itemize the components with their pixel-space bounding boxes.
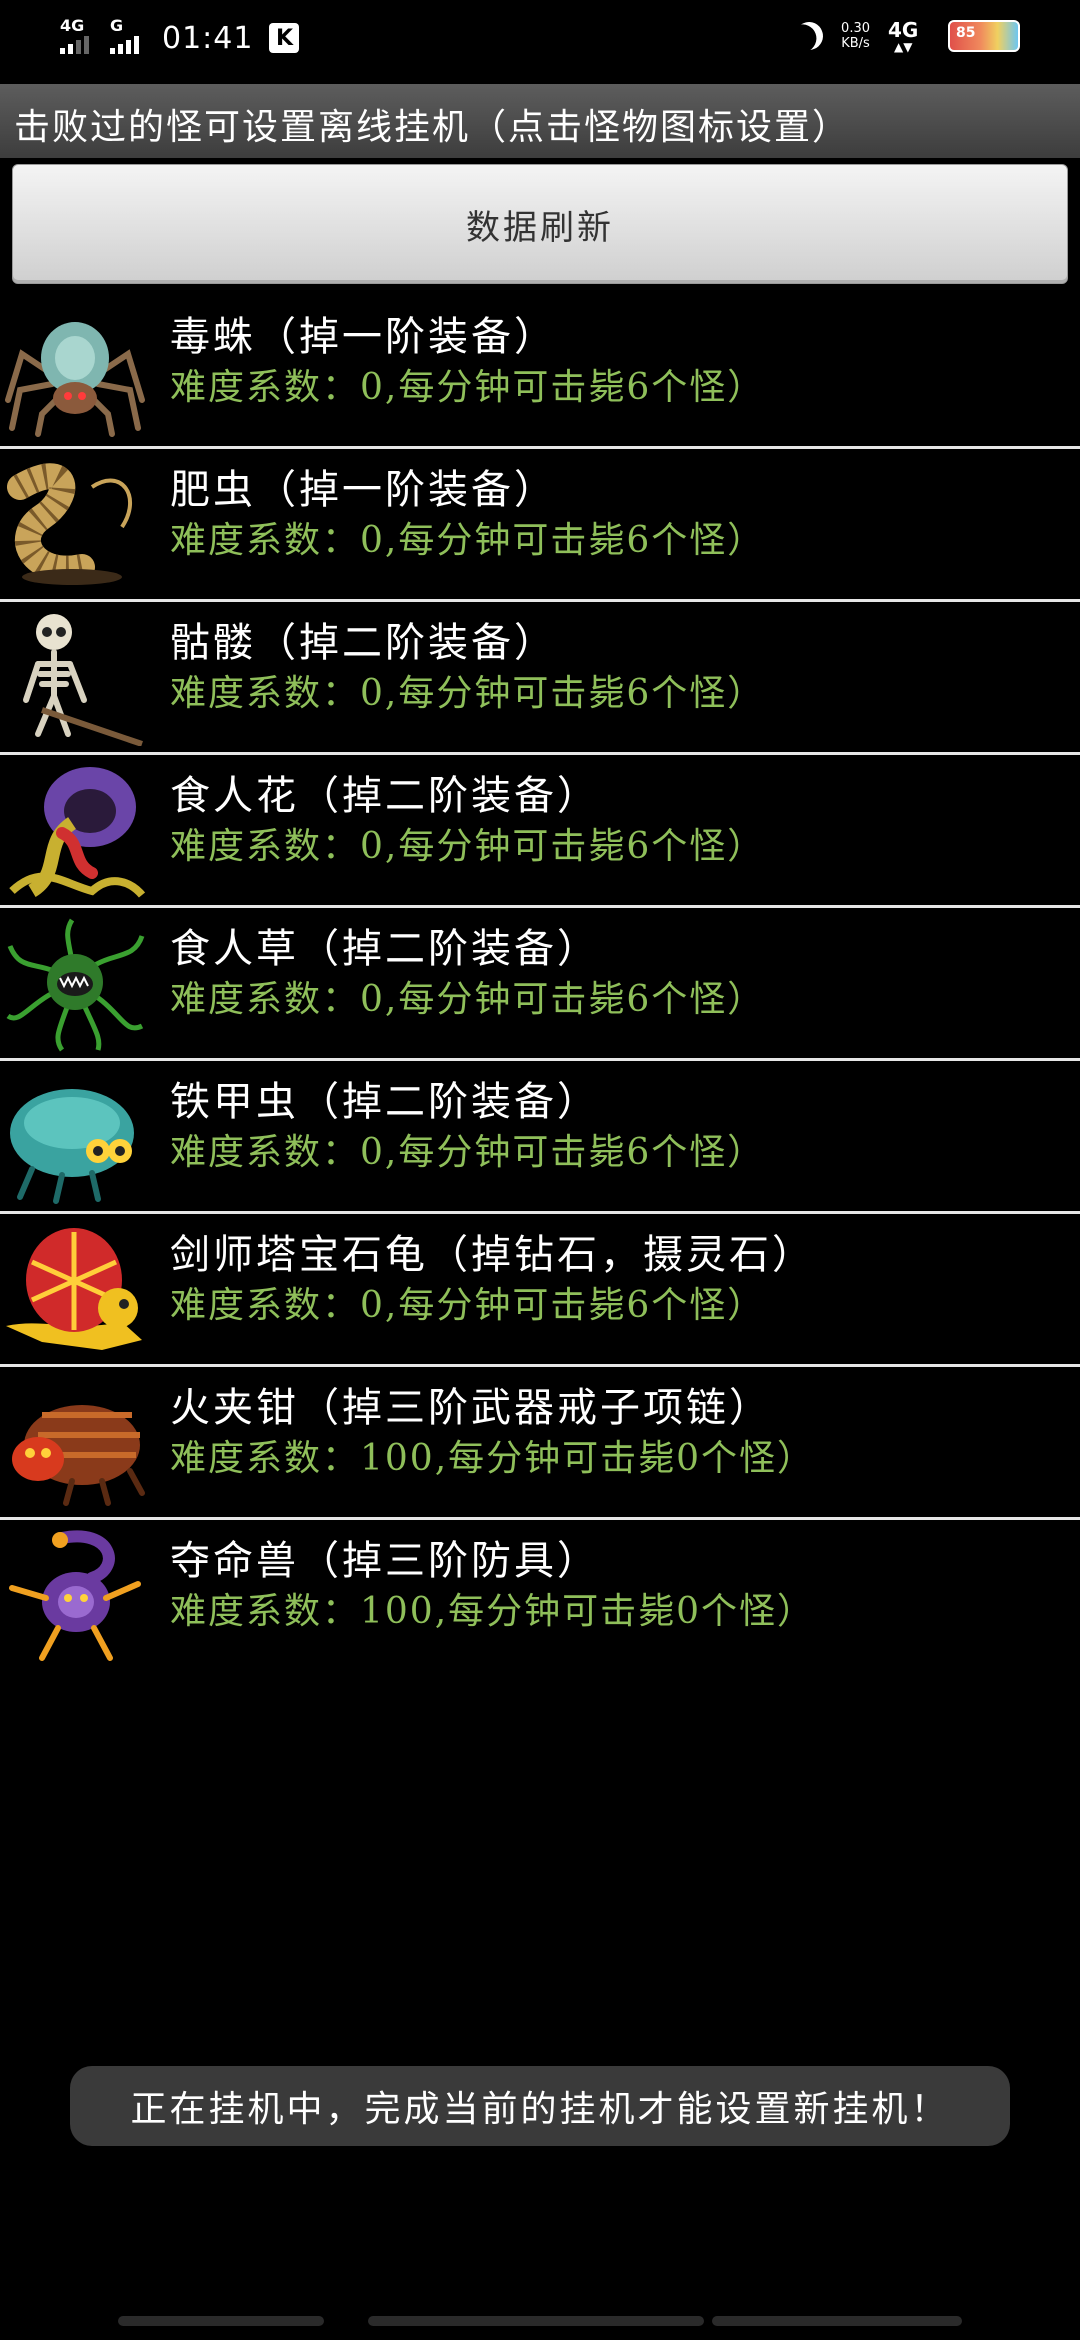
monster-difficulty: 难度系数：0,每分钟可击毙6个怪） [170,673,766,714]
status-bar: 4G G 01:41 K 0.30 KB/s 4G ▲▼ 85 [0,0,1080,84]
armored-beetle-icon[interactable] [2,1069,148,1205]
monster-difficulty: 难度系数：0,每分钟可击毙6个怪） [170,367,766,408]
monster-name: 剑师塔宝石龟（掉钻石，摄灵石） [170,1232,815,1278]
network-speed: 0.30 KB/s [841,21,870,51]
page-header: 击败过的怪可设置离线挂机（点击怪物图标设置） [0,84,1080,158]
speed-unit: KB/s [841,36,870,51]
battery-icon: 85 [948,20,1020,52]
monster-name: 食人草（掉二阶装备） [170,926,600,972]
man-eating-flower-icon[interactable] [2,763,148,899]
monster-difficulty: 难度系数：0,每分钟可击毙6个怪） [170,1285,766,1326]
sim1-signal-icon: 4G [56,16,96,58]
network-type: 4G [888,18,919,42]
monster-name: 骷髅（掉二阶装备） [170,620,557,666]
status-left: 4G G 01:41 K [56,16,300,58]
list-item[interactable]: 毒蛛（掉一阶装备） 难度系数：0,每分钟可击毙6个怪） [0,296,1080,449]
battery-level: 85 [956,25,976,41]
toast-message: 正在挂机中，完成当前的挂机才能设置新挂机！ [70,2066,1010,2146]
nav-gesture-bar-right [712,2316,962,2326]
mobile-data-icon: 4G ▲▼ [888,18,919,54]
monster-difficulty: 难度系数：0,每分钟可击毙6个怪） [170,1132,766,1173]
monster-name: 肥虫（掉一阶装备） [170,467,557,513]
clock: 01:41 [162,20,254,56]
gem-turtle-icon[interactable] [2,1222,148,1358]
skeleton-icon[interactable] [2,610,148,747]
status-right: 0.30 KB/s 4G ▲▼ 85 [795,16,1020,56]
refresh-data-button[interactable]: 数据刷新 [12,164,1068,284]
list-item[interactable]: 骷髅（掉二阶装备） 难度系数：0,每分钟可击毙6个怪） [0,602,1080,755]
app-notification-icon: K [269,23,300,53]
nav-gesture-bar-left [118,2316,324,2326]
list-item[interactable]: 食人花（掉二阶装备） 难度系数：0,每分钟可击毙6个怪） [0,755,1080,908]
worm-icon[interactable] [2,457,148,593]
scorpion-beast-icon[interactable] [2,1528,148,1664]
monster-difficulty: 难度系数：100,每分钟可击毙0个怪） [170,1591,816,1632]
sim2-label: G [110,16,124,35]
toast-text: 正在挂机中，完成当前的挂机才能设置新挂机！ [130,2089,950,2130]
monster-difficulty: 难度系数：0,每分钟可击毙6个怪） [170,826,766,867]
monster-difficulty: 难度系数：0,每分钟可击毙6个怪） [170,520,766,561]
monster-list: 毒蛛（掉一阶装备） 难度系数：0,每分钟可击毙6个怪） 肥虫（掉一阶装备） 难度… [0,296,1080,1670]
monster-name: 毒蛛（掉一阶装备） [170,314,557,360]
list-item[interactable]: 食人草（掉二阶装备） 难度系数：0,每分钟可击毙6个怪） [0,908,1080,1061]
man-eating-grass-icon[interactable] [2,916,148,1052]
page-title: 击败过的怪可设置离线挂机（点击怪物图标设置） [14,107,851,148]
refresh-data-label: 数据刷新 [466,207,614,248]
list-item[interactable]: 剑师塔宝石龟（掉钻石，摄灵石） 难度系数：0,每分钟可击毙6个怪） [0,1214,1080,1367]
monster-name: 铁甲虫（掉二阶装备） [170,1079,600,1125]
do-not-disturb-moon-icon [791,18,827,54]
monster-name: 火夹钳（掉三阶武器戒子项链） [170,1385,772,1431]
monster-difficulty: 难度系数：100,每分钟可击毙0个怪） [170,1438,816,1479]
list-item[interactable]: 火夹钳（掉三阶武器戒子项链） 难度系数：100,每分钟可击毙0个怪） [0,1367,1080,1520]
list-item[interactable]: 铁甲虫（掉二阶装备） 难度系数：0,每分钟可击毙6个怪） [0,1061,1080,1214]
fire-crab-icon[interactable] [2,1375,148,1511]
sim2-signal-icon: G [106,16,146,58]
spider-icon[interactable] [2,304,148,440]
speed-value: 0.30 [841,21,870,36]
monster-difficulty: 难度系数：0,每分钟可击毙6个怪） [170,979,766,1020]
nav-gesture-bar-center [368,2316,704,2326]
list-item[interactable]: 夺命兽（掉三阶防具） 难度系数：100,每分钟可击毙0个怪） [0,1520,1080,1670]
sim1-label: 4G [60,16,85,35]
monster-name: 夺命兽（掉三阶防具） [170,1538,600,1584]
monster-name: 食人花（掉二阶装备） [170,773,600,819]
list-item[interactable]: 肥虫（掉一阶装备） 难度系数：0,每分钟可击毙6个怪） [0,449,1080,602]
